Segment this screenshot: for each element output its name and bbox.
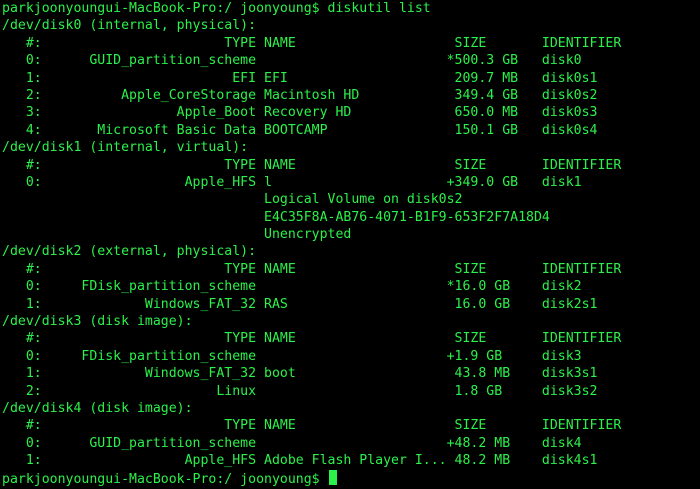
- prompt-line[interactable]: parkjoonyoungui-MacBook-Pro:/ joonyoung$: [2, 469, 700, 487]
- text-cursor[interactable]: [328, 469, 337, 485]
- partition-row: 0: GUID_partition_scheme *500.3 GB disk0: [2, 53, 582, 69]
- partition-row: 0: FDisk_partition_scheme *16.0 GB disk2: [2, 279, 582, 295]
- volume-detail-line: Logical Volume on disk0s2: [2, 192, 463, 208]
- disk-header: /dev/disk3 (disk image):: [2, 314, 193, 330]
- shell-prompt: parkjoonyoungui-MacBook-Pro:/ joonyoung$: [2, 471, 328, 487]
- partition-row: 1: Windows_FAT_32 boot 43.8 MB disk3s1: [2, 366, 598, 382]
- command-line: parkjoonyoungui-MacBook-Pro:/ joonyoung$…: [2, 1, 431, 16]
- partition-row: 2: Apple_CoreStorage Macintosh HD 349.4 …: [2, 87, 598, 103]
- column-header-row: #: TYPE NAME SIZE IDENTIFIER: [2, 157, 622, 173]
- disk-header: /dev/disk0 (internal, physical):: [2, 18, 257, 34]
- partition-row: 0: FDisk_partition_scheme +1.9 GB disk3: [2, 348, 582, 364]
- disk-header: /dev/disk1 (internal, virtual):: [2, 140, 249, 156]
- disk-header: /dev/disk2 (external, physical):: [2, 244, 257, 260]
- column-header-row: #: TYPE NAME SIZE IDENTIFIER: [2, 35, 622, 51]
- disk-header: /dev/disk4 (disk image):: [2, 400, 193, 416]
- volume-detail-line: E4C35F8A-AB76-4071-B1F9-653F2F7A18D4: [2, 209, 550, 225]
- column-header-row: #: TYPE NAME SIZE IDENTIFIER: [2, 261, 622, 277]
- partition-row: 3: Apple_Boot Recovery HD 650.0 MB disk0…: [2, 105, 598, 121]
- column-header-row: #: TYPE NAME SIZE IDENTIFIER: [2, 331, 622, 347]
- partition-row: 1: Windows_FAT_32 RAS 16.0 GB disk2s1: [2, 296, 598, 312]
- partition-row: 0: GUID_partition_scheme +48.2 MB disk4: [2, 435, 582, 451]
- volume-detail-line: Unencrypted: [2, 227, 352, 243]
- partition-row: 2: Linux 1.8 GB disk3s2: [2, 383, 598, 399]
- partition-row: 1: EFI EFI 209.7 MB disk0s1: [2, 70, 598, 86]
- partition-row: 1: Apple_HFS Adobe Flash Player I... 48.…: [2, 453, 598, 469]
- partition-row: 4: Microsoft Basic Data BOOTCAMP 150.1 G…: [2, 122, 598, 138]
- terminal-window[interactable]: parkjoonyoungui-MacBook-Pro:/ joonyoung$…: [0, 0, 700, 489]
- column-header-row: #: TYPE NAME SIZE IDENTIFIER: [2, 418, 622, 434]
- partition-row: 0: Apple_HFS l +349.0 GB disk1: [2, 174, 582, 190]
